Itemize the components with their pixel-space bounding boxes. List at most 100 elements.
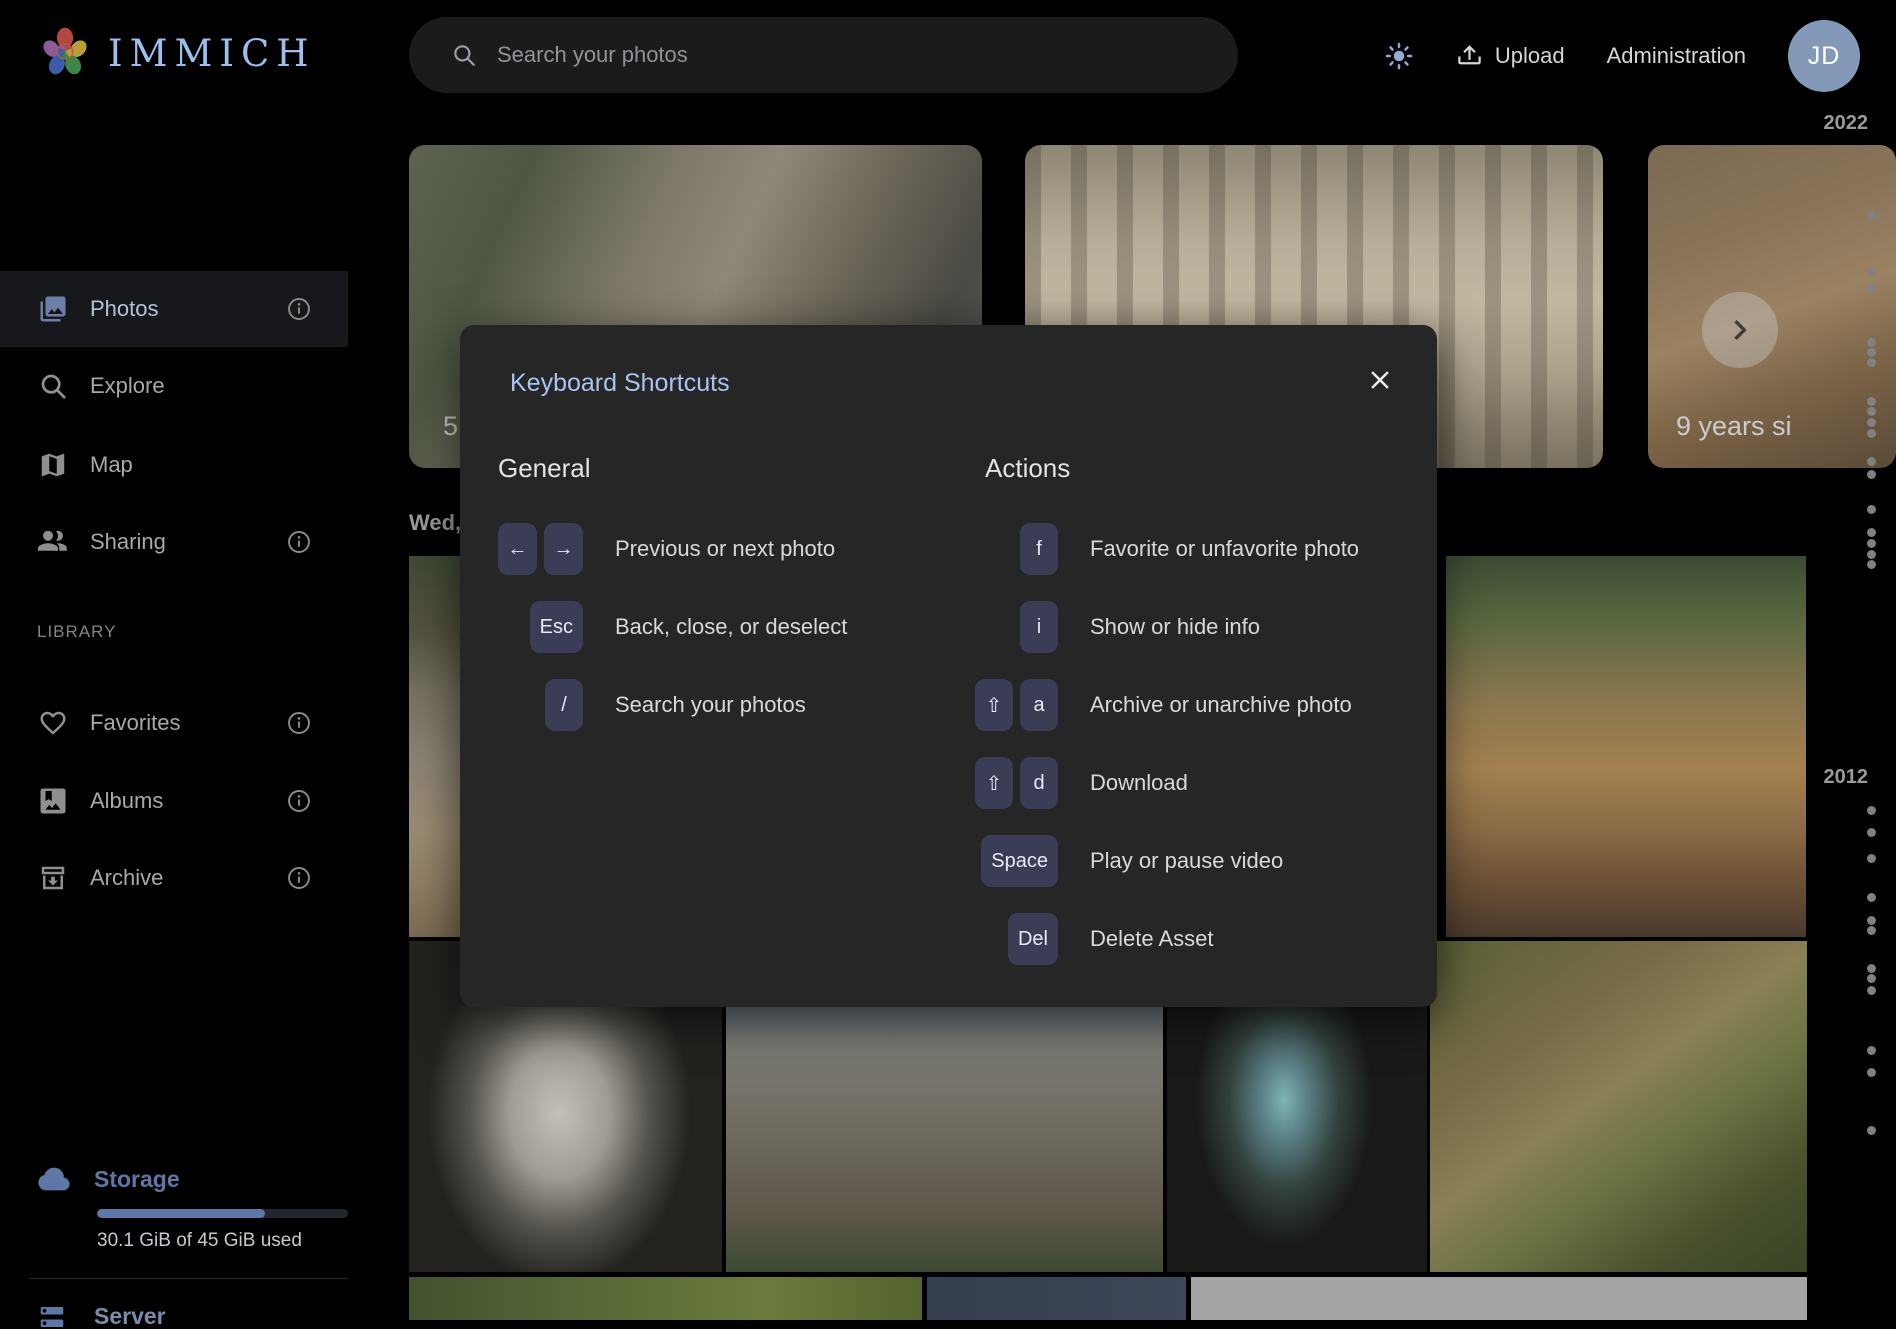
sidebar-divider bbox=[30, 1278, 348, 1279]
avatar-initials: JD bbox=[1808, 42, 1841, 71]
shortcut-row: Space Play or pause video bbox=[972, 822, 1402, 900]
upload-icon bbox=[1456, 43, 1483, 70]
date-group-header: Wed, bbox=[409, 510, 461, 536]
scrubber-dot bbox=[1867, 828, 1876, 837]
upload-button[interactable]: Upload bbox=[1456, 43, 1565, 70]
scrubber-dot bbox=[1867, 916, 1876, 925]
photo-thumbnail-cliff-beach[interactable] bbox=[1446, 556, 1806, 937]
sidebar-item-photos[interactable]: Photos bbox=[0, 271, 348, 347]
scrubber-dots[interactable] bbox=[1867, 0, 1876, 1329]
shortcut-label: Previous or next photo bbox=[615, 536, 835, 562]
scrubber-dot bbox=[1867, 1126, 1876, 1135]
key-a: a bbox=[1020, 679, 1058, 731]
section-heading: Actions bbox=[985, 453, 1402, 484]
administration-link[interactable]: Administration bbox=[1607, 43, 1746, 69]
photo-thumbnail-lizard[interactable] bbox=[1430, 941, 1807, 1272]
info-icon[interactable] bbox=[286, 710, 312, 736]
shortcuts-general-column: General ← → Previous or next photo Esc B… bbox=[498, 453, 928, 744]
key-arrow-right: → bbox=[544, 523, 583, 575]
shortcut-row: ⇧ a Archive or unarchive photo bbox=[972, 666, 1402, 744]
info-icon[interactable] bbox=[286, 529, 312, 555]
shortcut-row: i Show or hide info bbox=[972, 588, 1402, 666]
scrubber-dot bbox=[1867, 284, 1876, 293]
shortcut-label: Download bbox=[1090, 770, 1188, 796]
key-arrow-left: ← bbox=[498, 523, 537, 575]
key-shift: ⇧ bbox=[975, 679, 1013, 731]
sidebar: Photos Explore Map Sharing bbox=[0, 112, 348, 1329]
scrubber-dot bbox=[1867, 348, 1876, 357]
scrubber-dot bbox=[1867, 560, 1876, 569]
close-icon bbox=[1365, 365, 1395, 395]
photo-thumbnail-strip-2[interactable] bbox=[927, 1277, 1186, 1320]
photos-icon bbox=[38, 294, 68, 324]
memory-label: 9 years si bbox=[1676, 411, 1792, 442]
shortcut-row: f Favorite or unfavorite photo bbox=[972, 510, 1402, 588]
sidebar-item-map[interactable]: Map bbox=[0, 441, 348, 489]
scrubber-dot bbox=[1867, 1068, 1876, 1077]
modal-title: Keyboard Shortcuts bbox=[510, 369, 730, 398]
user-avatar[interactable]: JD bbox=[1788, 20, 1860, 92]
people-icon bbox=[38, 527, 68, 557]
top-bar: IMMICH Search your photos bbox=[0, 0, 1896, 112]
theme-toggle-button[interactable] bbox=[1384, 41, 1414, 71]
scrubber-dot bbox=[1867, 429, 1876, 438]
shortcut-label: Search your photos bbox=[615, 692, 806, 718]
app-logo[interactable]: IMMICH bbox=[38, 26, 316, 80]
shortcut-label: Play or pause video bbox=[1090, 848, 1283, 874]
scrubber-dot bbox=[1867, 338, 1876, 347]
storage-usage-text: 30.1 GiB of 45 GiB used bbox=[97, 1230, 302, 1252]
scrubber-dot bbox=[1867, 926, 1876, 935]
upload-label: Upload bbox=[1495, 43, 1565, 69]
scrubber-dot bbox=[1867, 964, 1876, 973]
key-esc: Esc bbox=[530, 601, 583, 653]
key-f: f bbox=[1020, 523, 1058, 575]
sidebar-item-albums[interactable]: Albums bbox=[0, 777, 348, 825]
photo-thumbnail-strip-1[interactable] bbox=[409, 1277, 922, 1320]
shortcut-label: Favorite or unfavorite photo bbox=[1090, 536, 1359, 562]
key-del: Del bbox=[1008, 913, 1058, 965]
info-icon[interactable] bbox=[286, 865, 312, 891]
sidebar-item-explore[interactable]: Explore bbox=[0, 362, 348, 410]
immich-app: IMMICH Search your photos bbox=[0, 0, 1896, 1329]
key-space: Space bbox=[981, 835, 1058, 887]
cloud-icon bbox=[37, 1162, 71, 1196]
sun-icon bbox=[1384, 41, 1414, 71]
scrubber-dot bbox=[1867, 418, 1876, 427]
top-bar-actions: Upload Administration JD bbox=[1384, 0, 1860, 112]
scrubber-dot bbox=[1867, 397, 1876, 406]
app-title: IMMICH bbox=[108, 32, 316, 75]
scrubber-dot bbox=[1867, 457, 1876, 466]
scrubber-dot bbox=[1867, 854, 1876, 863]
scrubber-dot bbox=[1867, 539, 1876, 548]
sidebar-item-favorites[interactable]: Favorites bbox=[0, 699, 348, 747]
search-input[interactable]: Search your photos bbox=[409, 17, 1238, 93]
scrubber-dot bbox=[1867, 550, 1876, 559]
photo-thumbnail-strip-3[interactable] bbox=[1191, 1277, 1807, 1320]
scrubber-dot bbox=[1867, 211, 1876, 220]
explore-search-icon bbox=[38, 371, 68, 401]
scrubber-dot bbox=[1867, 974, 1876, 983]
close-button[interactable] bbox=[1365, 365, 1395, 395]
shortcut-label: Archive or unarchive photo bbox=[1090, 692, 1352, 718]
shortcut-label: Show or hide info bbox=[1090, 614, 1260, 640]
search-icon bbox=[451, 42, 477, 68]
immich-flower-icon bbox=[38, 26, 92, 80]
info-icon[interactable] bbox=[286, 788, 312, 814]
key-i: i bbox=[1020, 601, 1058, 653]
heart-icon bbox=[38, 708, 68, 738]
map-icon bbox=[38, 450, 68, 480]
section-heading: General bbox=[498, 453, 928, 484]
memory-next-button[interactable] bbox=[1702, 292, 1778, 368]
storage-title: Storage bbox=[94, 1166, 180, 1193]
info-icon[interactable] bbox=[286, 296, 312, 322]
memory-card-3[interactable]: 9 years si bbox=[1648, 145, 1896, 468]
scrubber-year-2022: 2022 bbox=[1824, 112, 1869, 135]
key-d: d bbox=[1020, 757, 1058, 809]
scrubber-dot bbox=[1867, 407, 1876, 416]
sidebar-item-archive[interactable]: Archive bbox=[0, 854, 348, 902]
sidebar-item-sharing[interactable]: Sharing bbox=[0, 518, 348, 566]
scrubber-dot bbox=[1867, 528, 1876, 537]
chevron-right-icon bbox=[1720, 310, 1760, 350]
scrubber-dot bbox=[1867, 806, 1876, 815]
shortcut-label: Delete Asset bbox=[1090, 926, 1214, 952]
